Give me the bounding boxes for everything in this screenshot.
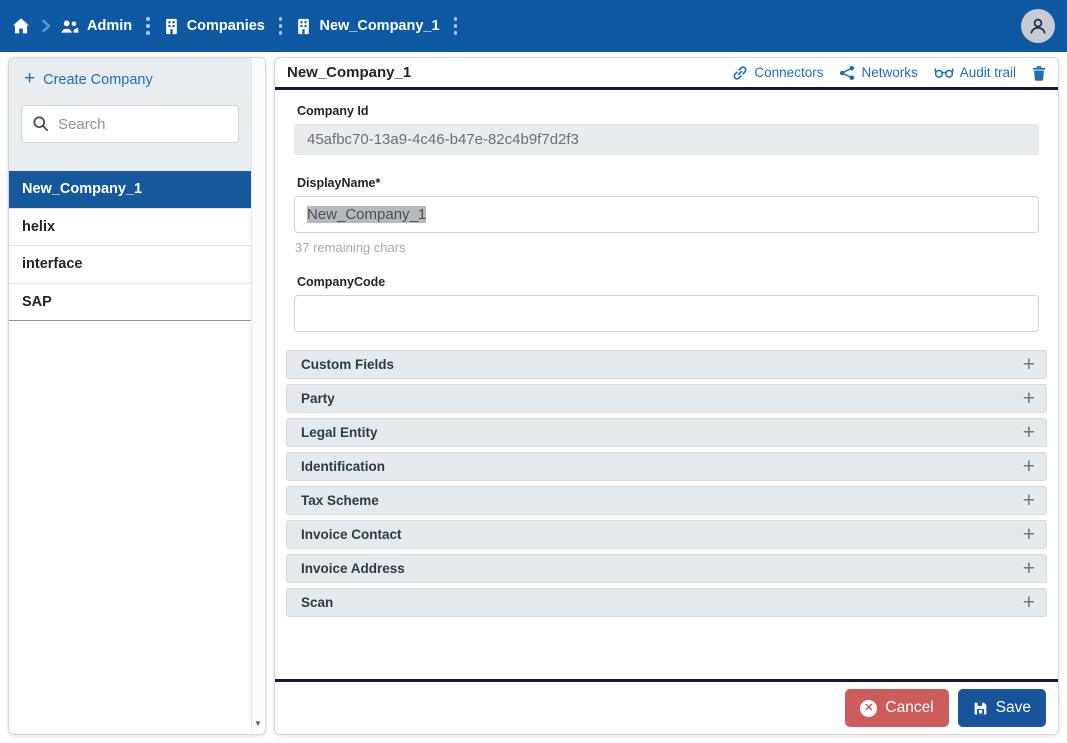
breadcrumb-label: Admin — [87, 18, 132, 34]
network-icon — [839, 65, 855, 81]
company-menu-icon[interactable] — [454, 16, 458, 37]
expand-plus-icon[interactable] — [1023, 593, 1035, 613]
create-company-button[interactable]: Create Company — [21, 72, 239, 88]
building-icon — [296, 18, 311, 35]
user-avatar[interactable] — [1021, 9, 1055, 43]
audit-trail-label: Audit trail — [960, 65, 1016, 80]
cancel-button[interactable]: Cancel — [845, 689, 948, 727]
selected-text: New_Company_1 — [307, 206, 426, 223]
breadcrumb-label: New_Company_1 — [319, 18, 439, 34]
company-code-label: CompanyCode — [297, 275, 1039, 289]
expand-plus-icon[interactable] — [1023, 559, 1035, 579]
plus-icon — [24, 72, 35, 88]
companies-menu-icon[interactable] — [279, 16, 283, 37]
sidebar-header: Create Company — [9, 58, 251, 171]
expand-plus-icon[interactable] — [1023, 525, 1035, 545]
accordion-sections: Custom Fields Party Legal Entity Identif… — [286, 350, 1047, 617]
section-identification[interactable]: Identification — [286, 452, 1047, 481]
search-input[interactable] — [21, 105, 239, 143]
scroll-down-icon[interactable] — [252, 719, 264, 728]
breadcrumb-label: Companies — [187, 18, 265, 34]
create-company-label: Create Company — [43, 72, 153, 88]
form-footer: Cancel Save — [275, 679, 1058, 734]
section-legal-entity[interactable]: Legal Entity — [286, 418, 1047, 447]
company-code-group: CompanyCode — [294, 275, 1039, 332]
section-scan[interactable]: Scan — [286, 588, 1047, 617]
expand-plus-icon[interactable] — [1023, 423, 1035, 443]
company-id-field: 45afbc70-13a9-4c46-b47e-82c4b9f7d2f3 — [294, 124, 1039, 155]
expand-plus-icon[interactable] — [1023, 457, 1035, 477]
company-id-group: Company Id 45afbc70-13a9-4c46-b47e-82c4b… — [294, 104, 1039, 155]
top-nav: Admin Companies New_Company_1 — [0, 0, 1067, 52]
expand-plus-icon[interactable] — [1023, 355, 1035, 375]
search-box — [21, 105, 239, 143]
delete-company-button[interactable] — [1032, 65, 1046, 81]
company-list: New_Company_1 helix interface SAP — [9, 171, 251, 321]
company-id-label: Company Id — [297, 104, 1039, 118]
cancel-label: Cancel — [885, 699, 933, 717]
expand-plus-icon[interactable] — [1023, 389, 1035, 409]
list-item-company[interactable]: New_Company_1 — [9, 171, 251, 209]
header-actions: Connectors Networks Audit trail — [732, 65, 1046, 81]
section-label: Party — [301, 391, 335, 406]
company-id-value: 45afbc70-13a9-4c46-b47e-82c4b9f7d2f3 — [307, 131, 579, 148]
list-item-company[interactable]: helix — [9, 209, 251, 247]
company-sidebar: Create Company New_Company_1 helix inter… — [8, 57, 266, 735]
save-button[interactable]: Save — [958, 689, 1046, 727]
section-label: Custom Fields — [301, 357, 394, 372]
remaining-chars-hint: 37 remaining chars — [295, 240, 1039, 255]
section-label: Invoice Contact — [301, 527, 402, 542]
company-code-input[interactable] — [294, 295, 1039, 332]
display-name-input[interactable]: New_Company_1 — [294, 196, 1039, 233]
connectors-link[interactable]: Connectors — [732, 65, 823, 81]
section-invoice-contact[interactable]: Invoice Contact — [286, 520, 1047, 549]
section-label: Scan — [301, 595, 333, 610]
sidebar-scrollbar[interactable] — [251, 59, 264, 733]
breadcrumb-new-company[interactable]: New_Company_1 — [296, 18, 439, 35]
company-form: Company Id 45afbc70-13a9-4c46-b47e-82c4b… — [275, 90, 1058, 617]
save-floppy-icon — [973, 701, 988, 716]
home-icon[interactable] — [12, 17, 30, 35]
breadcrumb-companies[interactable]: Companies — [164, 18, 265, 35]
audit-trail-link[interactable]: Audit trail — [934, 65, 1016, 80]
company-detail-panel: New_Company_1 Connectors Networks Audit … — [274, 57, 1059, 735]
section-invoice-address[interactable]: Invoice Address — [286, 554, 1047, 583]
connectors-label: Connectors — [754, 65, 823, 80]
link-icon — [732, 65, 748, 81]
expand-plus-icon[interactable] — [1023, 491, 1035, 511]
section-tax-scheme[interactable]: Tax Scheme — [286, 486, 1047, 515]
section-label: Tax Scheme — [301, 493, 379, 508]
admin-menu-icon[interactable] — [146, 16, 150, 37]
section-label: Invoice Address — [301, 561, 405, 576]
list-item-company[interactable]: interface — [9, 246, 251, 284]
networks-label: Networks — [861, 65, 917, 80]
breadcrumb-admin[interactable]: Admin — [60, 18, 132, 34]
trash-icon — [1032, 65, 1046, 81]
search-icon — [32, 115, 49, 137]
panel-header: New_Company_1 Connectors Networks Audit … — [275, 58, 1058, 90]
display-name-label: DisplayName* — [297, 176, 1039, 190]
person-icon — [1027, 15, 1049, 37]
users-icon — [60, 19, 79, 34]
chevron-right-icon — [39, 19, 53, 33]
save-label: Save — [996, 699, 1031, 717]
section-label: Legal Entity — [301, 425, 378, 440]
section-custom-fields[interactable]: Custom Fields — [286, 350, 1047, 379]
display-name-group: DisplayName* New_Company_1 37 remaining … — [294, 176, 1039, 255]
section-party[interactable]: Party — [286, 384, 1047, 413]
glasses-icon — [934, 66, 954, 79]
section-label: Identification — [301, 459, 385, 474]
building-icon — [164, 18, 179, 35]
page-title: New_Company_1 — [287, 64, 411, 81]
cancel-x-icon — [860, 700, 877, 717]
networks-link[interactable]: Networks — [839, 65, 917, 81]
list-item-company[interactable]: SAP — [9, 284, 251, 322]
